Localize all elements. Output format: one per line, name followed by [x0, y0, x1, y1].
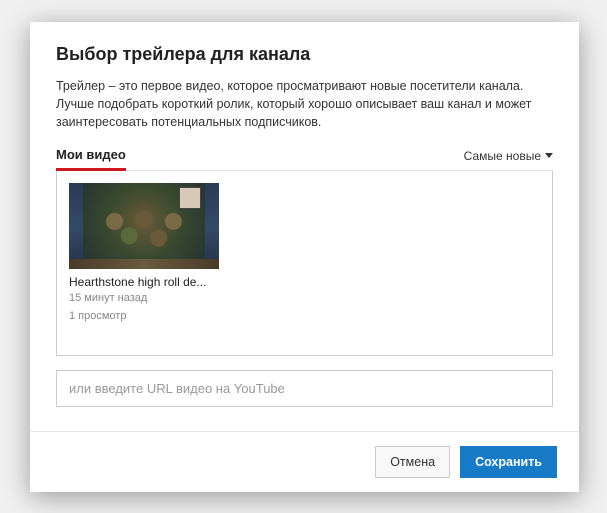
sort-label: Самые новые	[464, 149, 541, 163]
video-uploaded: 15 минут назад	[69, 291, 219, 306]
dialog-description: Трейлер – это первое видео, которое прос…	[56, 77, 553, 131]
channel-trailer-dialog: Выбор трейлера для канала Трейлер – это …	[30, 22, 579, 492]
cancel-button-label: Отмена	[390, 455, 435, 469]
chevron-down-icon	[545, 153, 553, 158]
dialog-title: Выбор трейлера для канала	[56, 44, 553, 65]
video-url-input[interactable]	[56, 370, 553, 407]
video-views: 1 просмотр	[69, 309, 219, 324]
tab-my-videos-label: Мои видео	[56, 147, 126, 162]
sort-dropdown[interactable]: Самые новые	[464, 149, 553, 169]
dialog-content: Выбор трейлера для канала Трейлер – это …	[30, 22, 579, 431]
dialog-footer: Отмена Сохранить	[30, 431, 579, 492]
save-button[interactable]: Сохранить	[460, 446, 557, 478]
save-button-label: Сохранить	[475, 455, 542, 469]
cancel-button[interactable]: Отмена	[375, 446, 450, 478]
video-thumbnail	[69, 183, 219, 269]
tab-my-videos[interactable]: Мои видео	[56, 147, 126, 170]
tab-row: Мои видео Самые новые	[56, 147, 553, 171]
video-title: Hearthstone high roll de...	[69, 275, 219, 289]
video-card[interactable]: Hearthstone high roll de... 15 минут наз…	[69, 183, 219, 343]
video-list[interactable]: Hearthstone high roll de... 15 минут наз…	[56, 171, 553, 356]
